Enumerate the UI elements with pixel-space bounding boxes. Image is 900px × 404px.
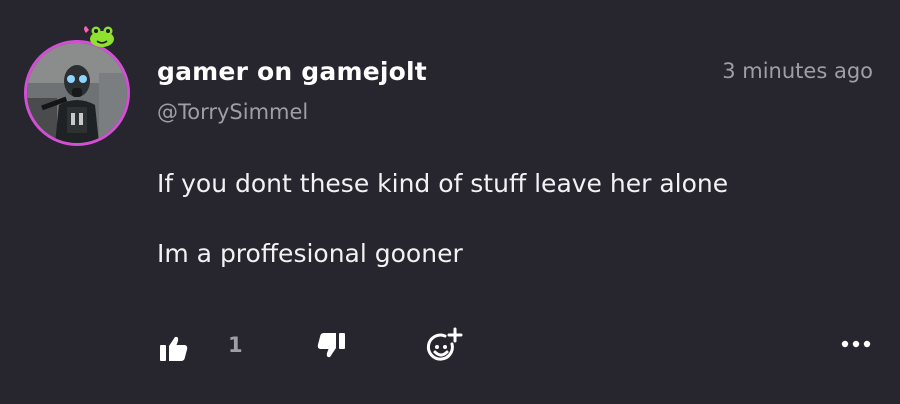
more-options-icon[interactable] <box>840 338 872 350</box>
thumbs-up-icon[interactable] <box>160 335 188 361</box>
like-count: 1 <box>228 333 243 357</box>
comment-card: gamer on gamejolt @TorrySimmel 3 minutes… <box>0 0 900 404</box>
comment-body-line: If you dont these kind of stuff leave he… <box>157 169 729 198</box>
comment-timestamp[interactable]: 3 minutes ago <box>722 59 873 83</box>
avatar-image <box>27 43 127 143</box>
author-username[interactable]: @TorrySimmel <box>157 100 308 124</box>
frog-icon <box>84 26 114 47</box>
thumbs-down-icon[interactable] <box>317 333 345 359</box>
add-reaction-icon[interactable] <box>425 327 463 365</box>
comment-body-line: Im a proffesional gooner <box>157 239 463 268</box>
avatar[interactable] <box>24 26 130 146</box>
avatar-ring <box>24 40 130 146</box>
author-display-name[interactable]: gamer on gamejolt <box>157 57 427 86</box>
